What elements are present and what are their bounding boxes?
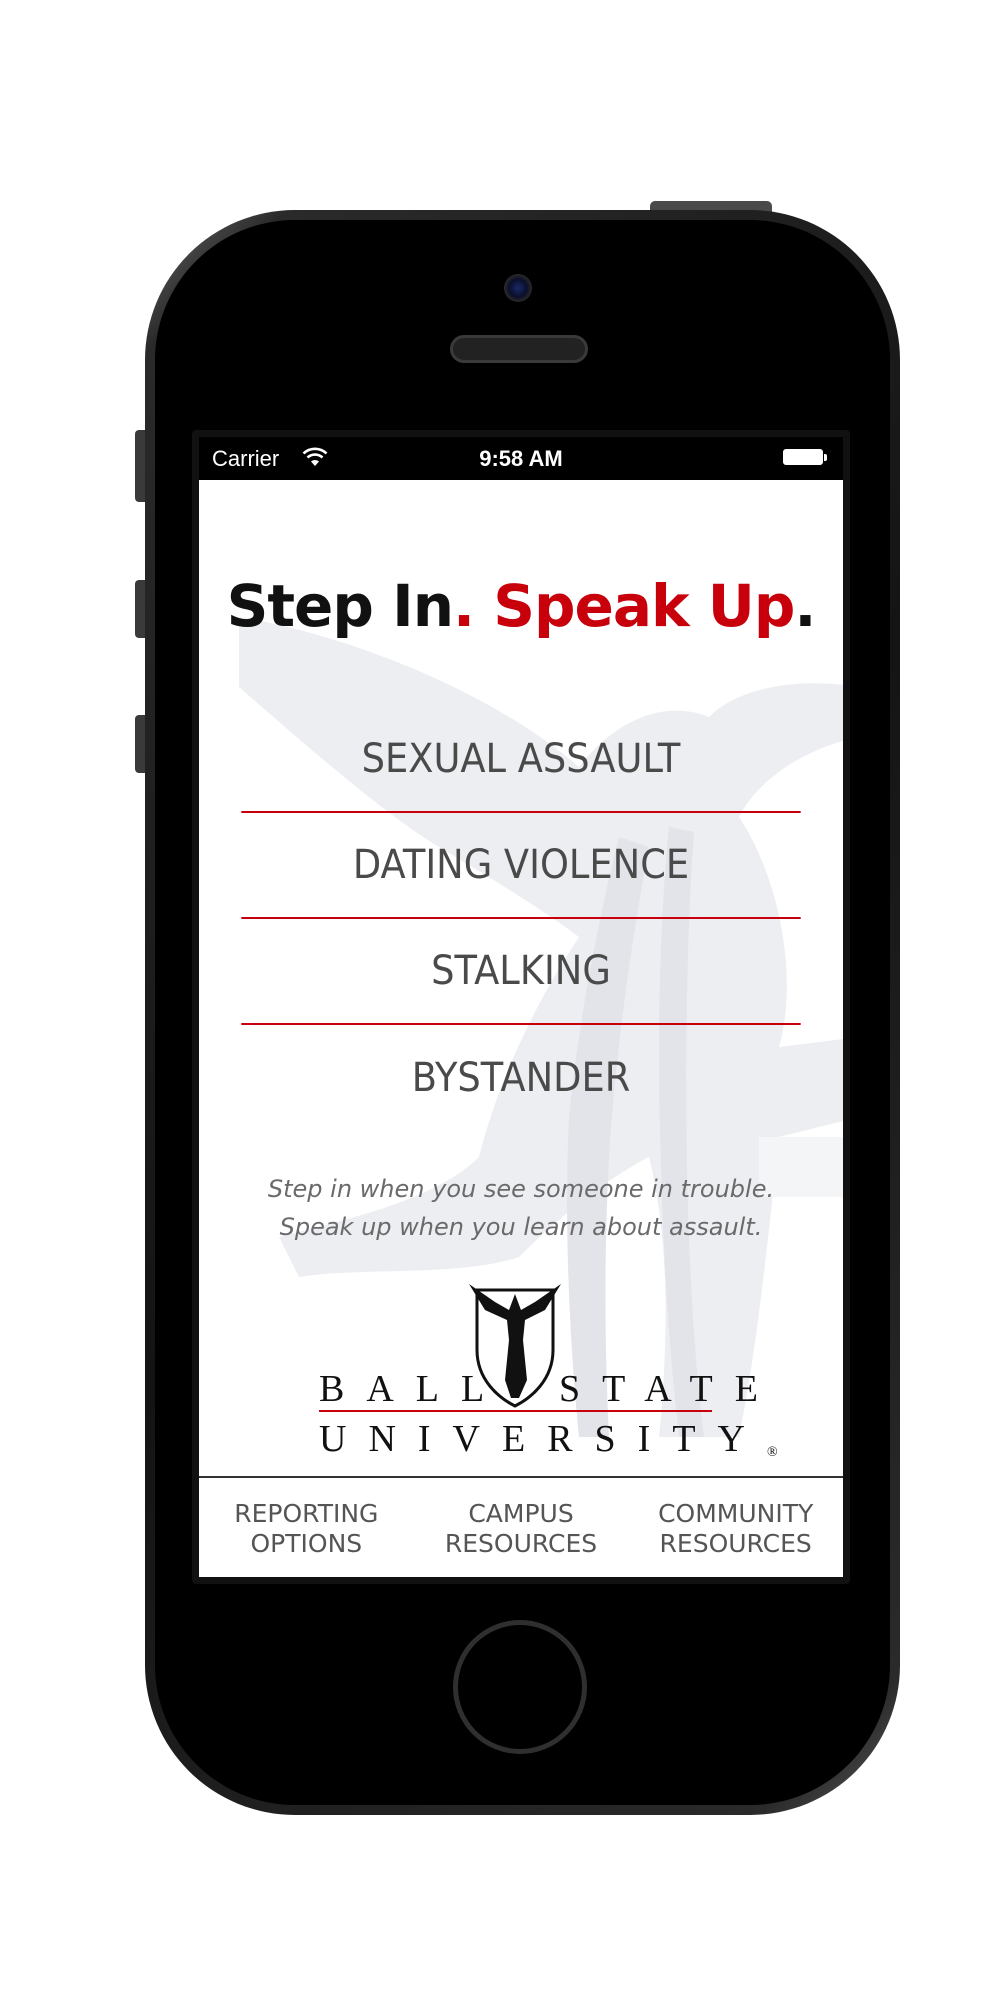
app-screen: Carrier 9:58 AM Step In. Speak Up. SEXUA…: [199, 437, 843, 1577]
battery-tip: [824, 454, 827, 461]
logo-registered-mark: ®: [766, 1445, 778, 1460]
tagline: Step in when you see someone in trouble.…: [199, 1170, 843, 1246]
tab-bar: REPORTING OPTIONS CAMPUS RESOURCES COMMU…: [199, 1476, 843, 1577]
logo-university: UNIVERSITY®: [319, 1417, 778, 1461]
battery-icon: [783, 449, 823, 465]
title-dot-2: .: [794, 572, 816, 640]
tagline-line-2: Speak up when you learn about assault.: [279, 1213, 763, 1241]
tab-campus-resources[interactable]: CAMPUS RESOURCES: [414, 1478, 629, 1577]
logo-state: STATE: [559, 1368, 780, 1410]
status-time: 9:58 AM: [479, 446, 563, 471]
tagline-line-1: Step in when you see someone in trouble.: [267, 1175, 775, 1203]
menu-item-sexual-assault[interactable]: SEXUAL ASSAULT: [241, 707, 801, 813]
tab-community-resources[interactable]: COMMUNITY RESOURCES: [628, 1478, 843, 1577]
status-bar: Carrier 9:58 AM: [199, 437, 843, 480]
front-camera: [504, 274, 532, 302]
title-dot-1: .: [452, 572, 475, 640]
tab-reporting-options[interactable]: REPORTING OPTIONS: [199, 1478, 414, 1577]
title-step-in: Step In: [226, 572, 454, 640]
menu-item-bystander[interactable]: BYSTANDER: [241, 1025, 800, 1131]
logo-rule: [319, 1410, 712, 1412]
home-button[interactable]: [453, 1620, 587, 1754]
logo-university-text: UNIVERSITY: [319, 1418, 767, 1460]
menu-item-stalking[interactable]: STALKING: [241, 919, 801, 1025]
app-title: Step In. Speak Up.: [199, 572, 843, 640]
logo-ball: BALL: [319, 1368, 507, 1410]
main-menu: SEXUAL ASSAULT DATING VIOLENCE STALKING …: [217, 707, 825, 1131]
earpiece-speaker: [450, 335, 588, 363]
title-speak-up: Speak Up: [474, 572, 795, 640]
menu-item-dating-violence[interactable]: DATING VIOLENCE: [241, 813, 801, 919]
